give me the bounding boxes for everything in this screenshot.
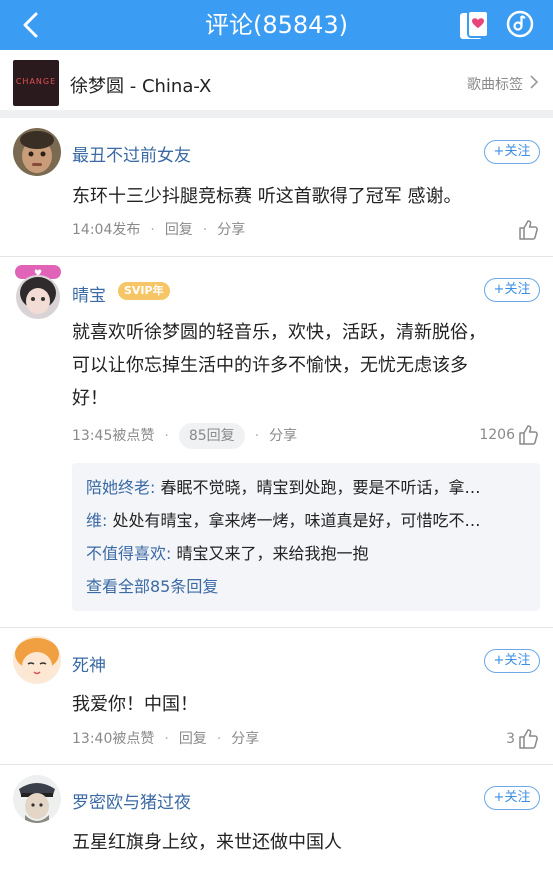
- share-button[interactable]: 分享: [217, 222, 245, 238]
- comment-meta: 14:04发布 · 回复 · 分享: [72, 222, 246, 238]
- avatar[interactable]: ♥: [13, 265, 61, 319]
- comment-meta: 13:40被点赞 · 回复 · 分享: [72, 731, 260, 747]
- like-count: 1206: [479, 427, 515, 443]
- avatar[interactable]: [13, 128, 61, 176]
- reply-item[interactable]: 陪她终老: 春眠不觉晓，晴宝到处跑，要是不听话，拿…: [86, 471, 526, 504]
- song-info-row[interactable]: CHANGE 徐梦圆 - China-X 歌曲标签: [0, 50, 553, 118]
- comment-item: 罗密欧与猪过夜 +关注 五星红旗身上纹，来世还做中国人: [0, 765, 553, 869]
- song-title: 徐梦圆 - China-X: [70, 76, 212, 97]
- comment-item: 最丑不过前女友 +关注 东环十三少抖腿竞标赛 听这首歌得了冠军 感谢。 14:0…: [0, 126, 553, 256]
- album-cover-text: CHANGE: [15, 77, 57, 86]
- share-button[interactable]: 分享: [269, 428, 297, 444]
- avatar[interactable]: [13, 636, 61, 684]
- music-card-icon[interactable]: [458, 9, 490, 41]
- reply-count-button[interactable]: 85回复: [178, 423, 245, 449]
- comment-time: 13:45被点赞: [72, 428, 155, 444]
- reply-item[interactable]: 不值得喜欢: 晴宝又来了，来给我抱一抱: [86, 537, 526, 570]
- follow-button[interactable]: +关注: [484, 140, 540, 164]
- comment-text: 东环十三少抖腿竞标赛 听这首歌得了冠军 感谢。: [72, 186, 462, 207]
- thumbs-up-icon: [519, 425, 538, 445]
- like-count: 3: [506, 731, 515, 747]
- like-button[interactable]: 3: [506, 728, 539, 750]
- thumbs-up-icon: [519, 729, 538, 749]
- follow-button[interactable]: +关注: [484, 278, 540, 302]
- share-button[interactable]: 分享: [231, 731, 259, 747]
- now-playing-disc-icon[interactable]: [505, 9, 535, 39]
- reply-button[interactable]: 回复: [165, 222, 193, 238]
- view-all-replies-link[interactable]: 查看全部85条回复: [86, 570, 526, 603]
- comment-item: ♥ 晴宝 SVIP年 +关注 就喜欢听徐梦圆的轻音乐，欢快，活跃，清新脱俗， 可…: [0, 257, 553, 627]
- comment-meta: 13:45被点赞 · 85回复 · 分享: [72, 423, 297, 449]
- comment-username[interactable]: 最丑不过前女友: [72, 141, 191, 166]
- song-tag-link[interactable]: 歌曲标签: [467, 74, 523, 94]
- comment-text: 五星红旗身上纹，来世还做中国人: [72, 832, 342, 853]
- comment-time: 14:04发布: [72, 222, 141, 238]
- reply-preview-box[interactable]: 陪她终老: 春眠不觉晓，晴宝到处跑，要是不听话，拿… 维: 处处有晴宝，拿来烤一…: [72, 463, 540, 611]
- album-cover: CHANGE: [13, 60, 59, 106]
- avatar[interactable]: [13, 775, 61, 823]
- svip-badge: SVIP年: [118, 282, 170, 300]
- comment-time: 13:40被点赞: [72, 731, 155, 747]
- reply-button[interactable]: 回复: [179, 731, 207, 747]
- comment-username[interactable]: 晴宝: [72, 281, 106, 306]
- chevron-right-icon: [530, 75, 539, 89]
- comment-username[interactable]: 罗密欧与猪过夜: [72, 788, 191, 813]
- comment-username[interactable]: 死神: [72, 651, 106, 676]
- comment-item: 死神 +关注 我爱你！中国！ 13:40被点赞 · 回复 · 分享 3: [0, 628, 553, 764]
- thumbs-up-icon: [519, 220, 538, 240]
- comment-text: 就喜欢听徐梦圆的轻音乐，欢快，活跃，清新脱俗， 可以让你忘掉生活中的许多不愉快，…: [72, 322, 486, 409]
- follow-button[interactable]: +关注: [484, 786, 540, 810]
- like-button[interactable]: [517, 219, 539, 241]
- comment-text: 我爱你！中国！: [72, 694, 198, 715]
- like-button[interactable]: 1206: [479, 424, 539, 446]
- follow-button[interactable]: +关注: [484, 649, 540, 673]
- reply-item[interactable]: 维: 处处有晴宝，拿来烤一烤，味道真是好，可惜吃不…: [86, 504, 526, 537]
- top-bar: 评论(85843): [0, 0, 553, 50]
